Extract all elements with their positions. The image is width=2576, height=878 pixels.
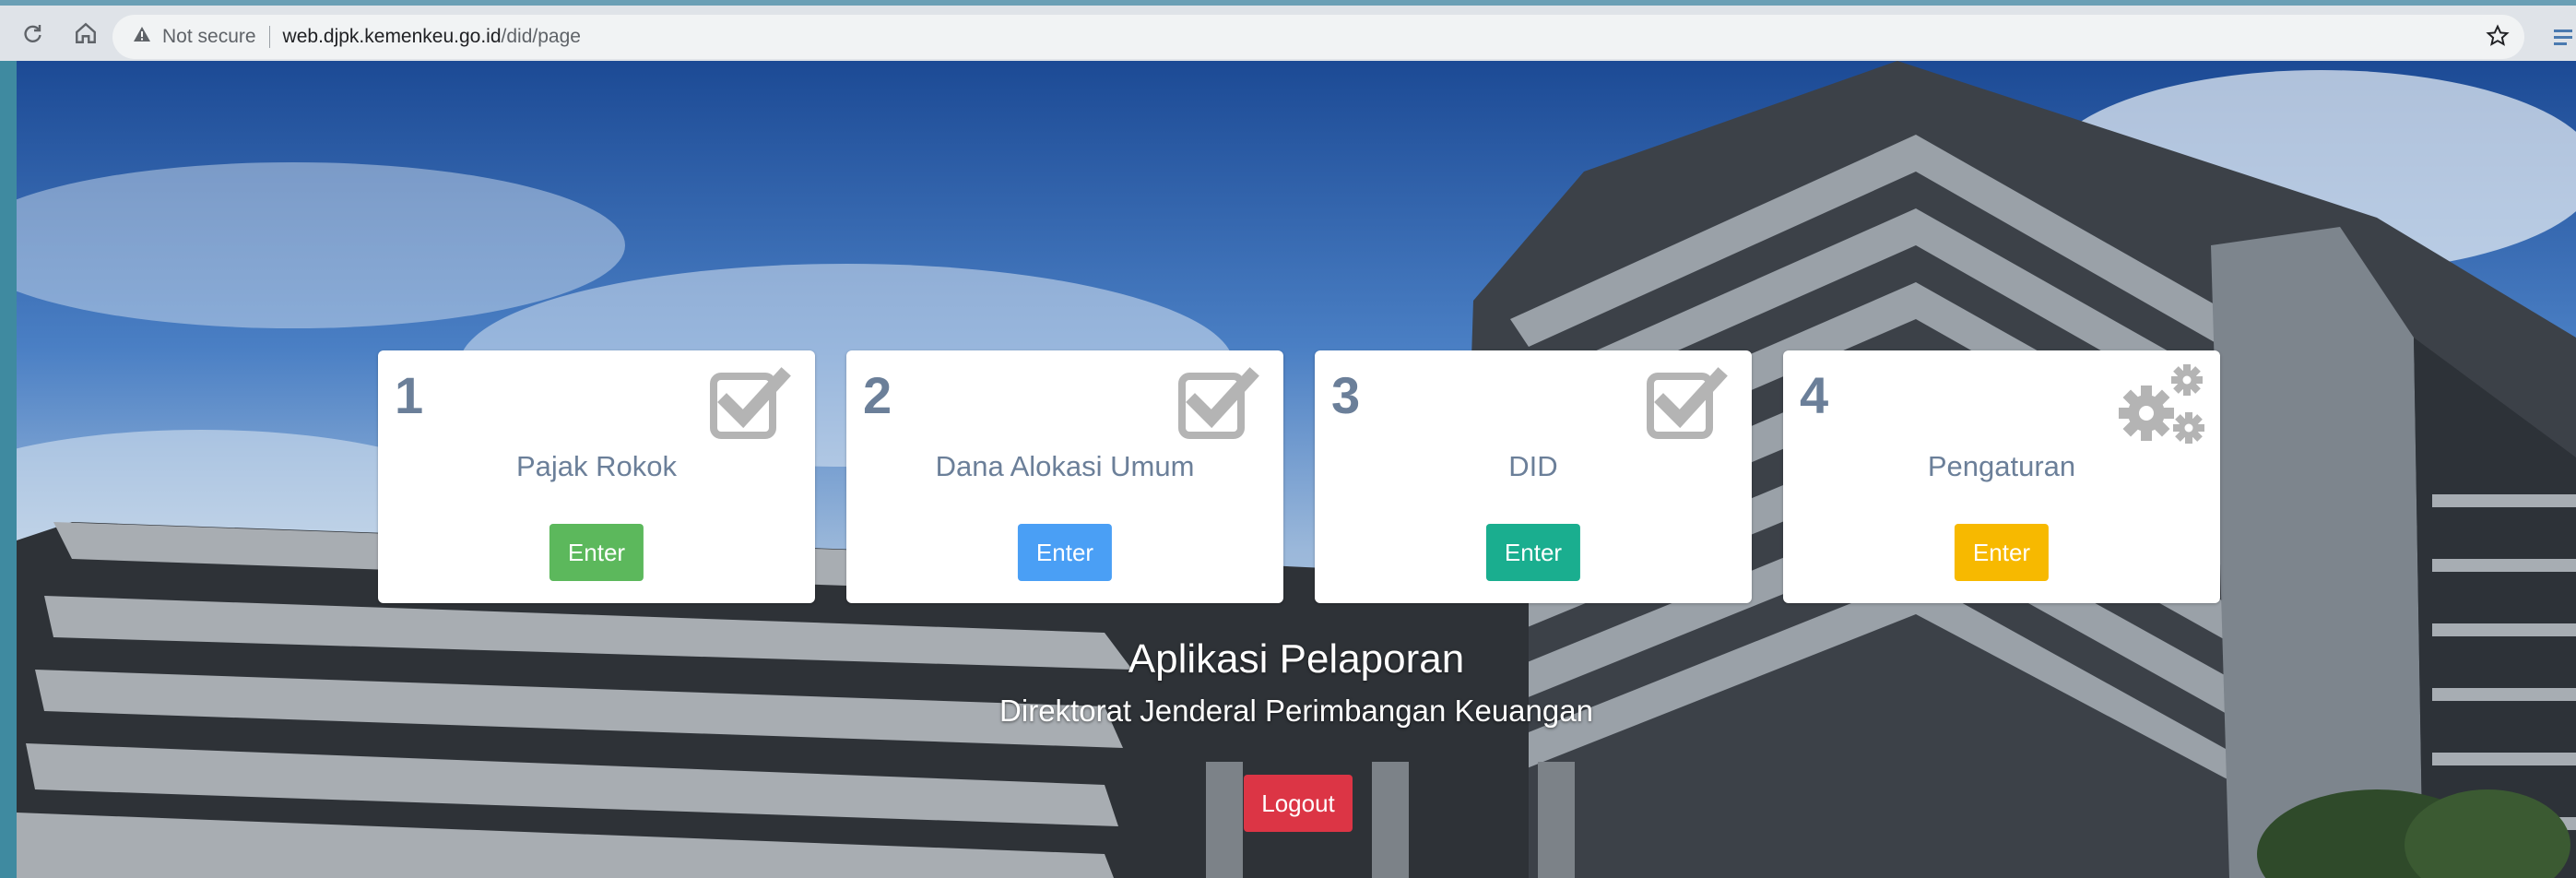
logout-button[interactable]: Logout (1244, 775, 1353, 832)
checkbox-icon (710, 367, 793, 445)
gears-icon (2113, 362, 2209, 455)
url-path: /did/page (501, 26, 581, 47)
card-title: Dana Alokasi Umum (935, 450, 1195, 482)
enter-button[interactable]: Enter (549, 524, 644, 581)
browser-toolbar: Not secure web.djpk.kemenkeu.go.id/did/p… (0, 0, 2576, 61)
card-title: DID (1508, 450, 1558, 482)
reload-icon[interactable] (11, 12, 53, 54)
bookmark-star-icon[interactable] (2486, 24, 2510, 53)
card-number: 2 (863, 366, 892, 424)
divider (268, 26, 270, 48)
enter-button[interactable]: Enter (1954, 524, 2050, 581)
card-number: 3 (1331, 366, 1361, 424)
reading-list-icon[interactable] (2550, 18, 2576, 55)
card-pajak-rokok: 1 Pajak Rokok Enter (378, 350, 815, 603)
card-did: 3 DID Enter (1315, 350, 1752, 603)
card-dana-alokasi-umum: 2 Dana Alokasi Umum Enter (846, 350, 1283, 603)
page-background: 1 Pajak Rokok Enter 2 Dana Alokasi Umum … (17, 61, 2576, 878)
enter-button[interactable]: Enter (1017, 524, 1113, 581)
warning-icon (133, 26, 151, 48)
security-status[interactable]: Not secure (162, 26, 256, 48)
app-subtitle: Direktorat Jenderal Perimbangan Keuangan (999, 694, 1593, 728)
card-title: Pajak Rokok (515, 450, 678, 482)
card-pengaturan: 4 Pengaturan Enter (1783, 350, 2220, 603)
card-number: 1 (395, 366, 424, 424)
address-bar[interactable]: Not secure web.djpk.kemenkeu.go.id/did/p… (112, 15, 2524, 59)
checkbox-icon (1178, 367, 1261, 445)
home-icon[interactable] (65, 12, 107, 54)
card-number: 4 (1800, 366, 1829, 424)
app-title: Aplikasi Pelaporan (1128, 636, 1465, 682)
url-host: web.djpk.kemenkeu.go.id (282, 26, 502, 47)
checkbox-icon (1647, 367, 1730, 445)
enter-button[interactable]: Enter (1485, 524, 1581, 581)
card-title: Pengaturan (1927, 450, 2076, 482)
